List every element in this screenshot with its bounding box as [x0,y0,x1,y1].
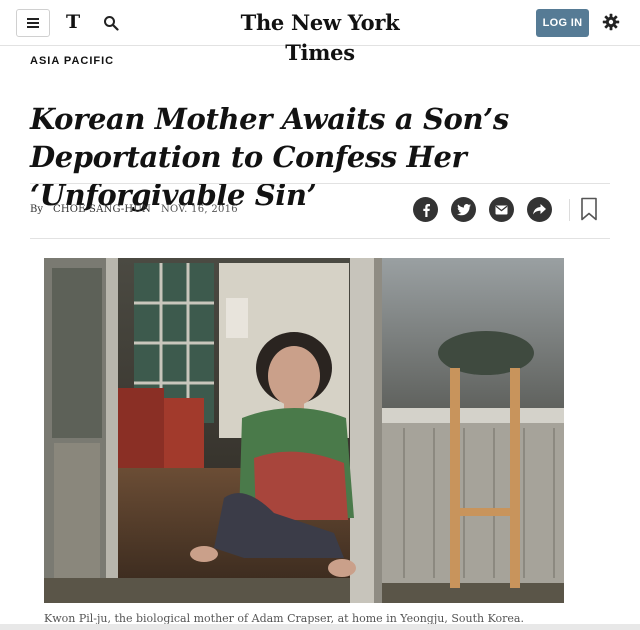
publish-date: NOV. 16, 2016 [160,204,238,215]
divider [569,199,570,221]
menu-icon [27,18,39,28]
nyt-t-icon[interactable]: T [66,11,82,33]
article-photo[interactable] [44,258,564,603]
facebook-share-button[interactable] [413,197,438,222]
menu-button[interactable] [16,9,50,37]
gear-icon[interactable] [602,13,620,31]
horizontal-scrollbar[interactable] [0,624,640,630]
masthead: T The New York Times LOG IN [0,0,640,65]
bookmark-icon[interactable] [580,197,598,221]
byline-prefix: By [30,204,43,215]
share-tools [413,197,552,223]
photo-illustration [44,258,564,603]
share-arrow-icon [533,204,546,215]
email-icon [495,205,508,214]
more-share-button[interactable] [527,197,552,222]
email-share-button[interactable] [489,197,514,222]
divider [30,183,610,184]
search-icon[interactable] [103,15,119,31]
author-name[interactable]: CHOE SANG-HUN [53,204,151,215]
twitter-icon [456,203,471,215]
brand-logo[interactable]: The New York Times [220,8,420,65]
divider [30,238,610,239]
section-label[interactable]: ASIA PACIFIC [30,55,114,67]
login-button[interactable]: LOG IN [536,9,589,37]
facebook-icon [422,203,430,217]
twitter-share-button[interactable] [451,197,476,222]
byline: By CHOE SANG-HUN NOV. 16, 2016 [30,204,238,215]
